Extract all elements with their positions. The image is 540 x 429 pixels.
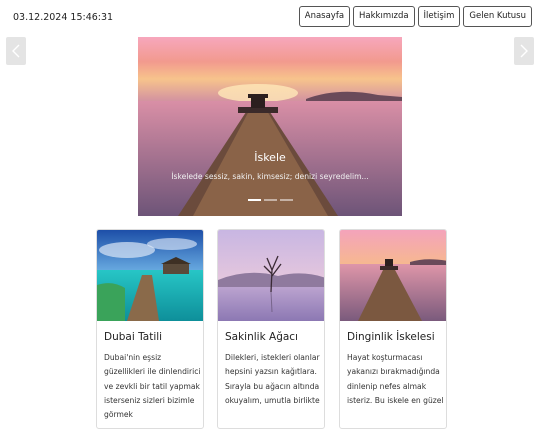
card-text: Dubai'nin eşsiz güzellikleri ile dinlend… xyxy=(104,353,201,420)
card-title: Dubai Tatili xyxy=(104,331,163,343)
datetime: 03.12.2024 15:46:31 xyxy=(13,12,114,23)
carousel-next-button[interactable] xyxy=(514,37,534,65)
pier-slide-image xyxy=(138,37,402,216)
card-title: Dinginlik İskelesi xyxy=(347,331,435,343)
chevron-left-icon xyxy=(12,44,20,58)
nav-inbox-button[interactable]: Gelen Kutusu xyxy=(463,6,532,27)
tree-card-image xyxy=(218,230,324,321)
image-carousel: İskele İskelede sessiz, sakin, kimsesiz;… xyxy=(138,37,402,216)
carousel-indicator[interactable] xyxy=(247,199,261,201)
chevron-right-icon xyxy=(520,44,528,58)
nav-contact-button[interactable]: İletişim xyxy=(417,6,461,27)
slide-title: İskele xyxy=(254,151,286,164)
card-pier: Dinginlik İskelesi Hayat koşturmacası ya… xyxy=(339,229,447,429)
card-title: Sakinlik Ağacı xyxy=(225,331,298,343)
card-tree: Sakinlik Ağacı Dilekleri, istekleri olan… xyxy=(217,229,325,429)
dubai-card-image xyxy=(97,230,203,321)
top-nav: Anasayfa Hakkımızda İletişim Gelen Kutus… xyxy=(298,6,532,27)
pier-card-image xyxy=(340,230,446,321)
card-dubai: Dubai Tatili Dubai'nin eşsiz güzellikler… xyxy=(96,229,204,429)
carousel-indicator[interactable] xyxy=(279,199,293,201)
carousel-indicators xyxy=(138,199,402,201)
carousel-indicator[interactable] xyxy=(263,199,277,201)
card-text: Dilekleri, istekleri olanlar hepsini yaz… xyxy=(225,353,320,405)
carousel-prev-button[interactable] xyxy=(6,37,26,65)
slide-caption: İskelede sessiz, sakin, kimsesiz; denizi… xyxy=(171,172,369,181)
nav-about-button[interactable]: Hakkımızda xyxy=(353,6,415,27)
card-text: Hayat koşturmacası yakanızı bırakmadığın… xyxy=(347,353,444,405)
nav-home-button[interactable]: Anasayfa xyxy=(298,6,351,27)
